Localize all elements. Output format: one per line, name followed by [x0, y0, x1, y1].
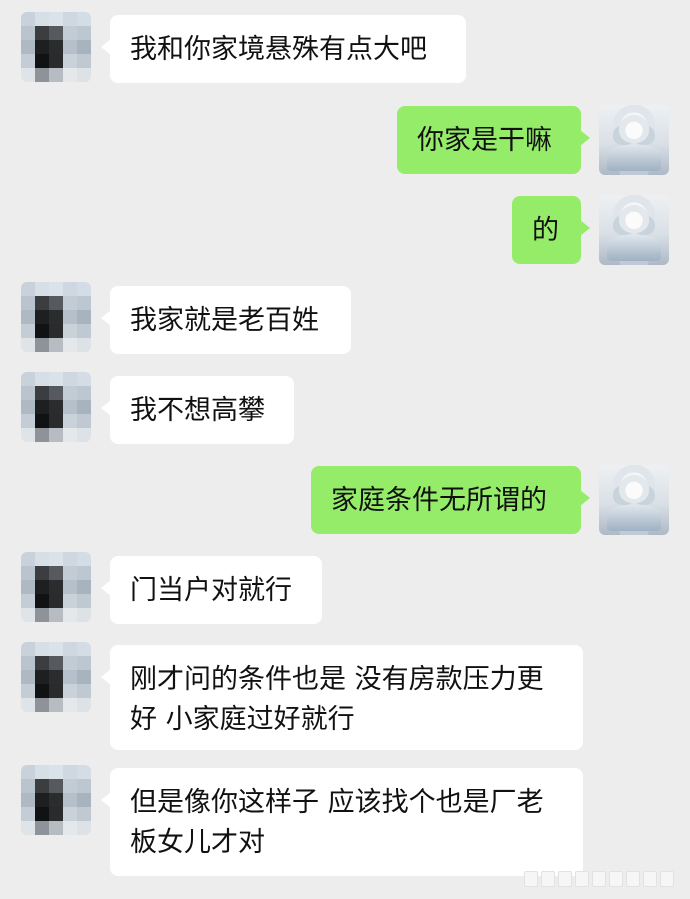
contact-avatar[interactable] [21, 642, 91, 712]
message-bubble-incoming[interactable]: 但是像你这样子 应该找个也是厂老板女儿才对 [101, 768, 583, 876]
message-bubble-outgoing[interactable]: 家庭条件无所谓的 [311, 466, 590, 534]
contact-avatar[interactable] [21, 552, 91, 622]
message-bubble-outgoing[interactable]: 你家是干嘛 [397, 106, 590, 174]
watermark-icon [524, 871, 674, 887]
pixelated-avatar-icon [21, 372, 91, 442]
pixelated-avatar-icon [21, 552, 91, 622]
self-avatar[interactable] [599, 195, 669, 265]
anime-avatar-icon [599, 465, 669, 535]
message-bubble-incoming[interactable]: 我和你家境悬殊有点大吧 [101, 15, 466, 83]
message-bubble-incoming[interactable]: 我家就是老百姓 [101, 286, 351, 354]
anime-avatar-icon [599, 105, 669, 175]
contact-avatar[interactable] [21, 765, 91, 835]
contact-avatar[interactable] [21, 12, 91, 82]
message-bubble-incoming[interactable]: 刚才问的条件也是 没有房款压力更好 小家庭过好就行 [101, 645, 583, 750]
pixelated-avatar-icon [21, 12, 91, 82]
pixelated-avatar-icon [21, 642, 91, 712]
self-avatar[interactable] [599, 465, 669, 535]
message-bubble-outgoing[interactable]: 的 [512, 196, 590, 264]
message-bubble-incoming[interactable]: 门当户对就行 [101, 556, 322, 624]
pixelated-avatar-icon [21, 765, 91, 835]
anime-avatar-icon [599, 195, 669, 265]
pixelated-avatar-icon [21, 282, 91, 352]
contact-avatar[interactable] [21, 372, 91, 442]
chat-area: 我和你家境悬殊有点大吧 你家是干嘛 的 我家就是老百姓 我不想高攀 家庭条件无所… [0, 0, 690, 899]
message-bubble-incoming[interactable]: 我不想高攀 [101, 376, 294, 444]
self-avatar[interactable] [599, 105, 669, 175]
contact-avatar[interactable] [21, 282, 91, 352]
